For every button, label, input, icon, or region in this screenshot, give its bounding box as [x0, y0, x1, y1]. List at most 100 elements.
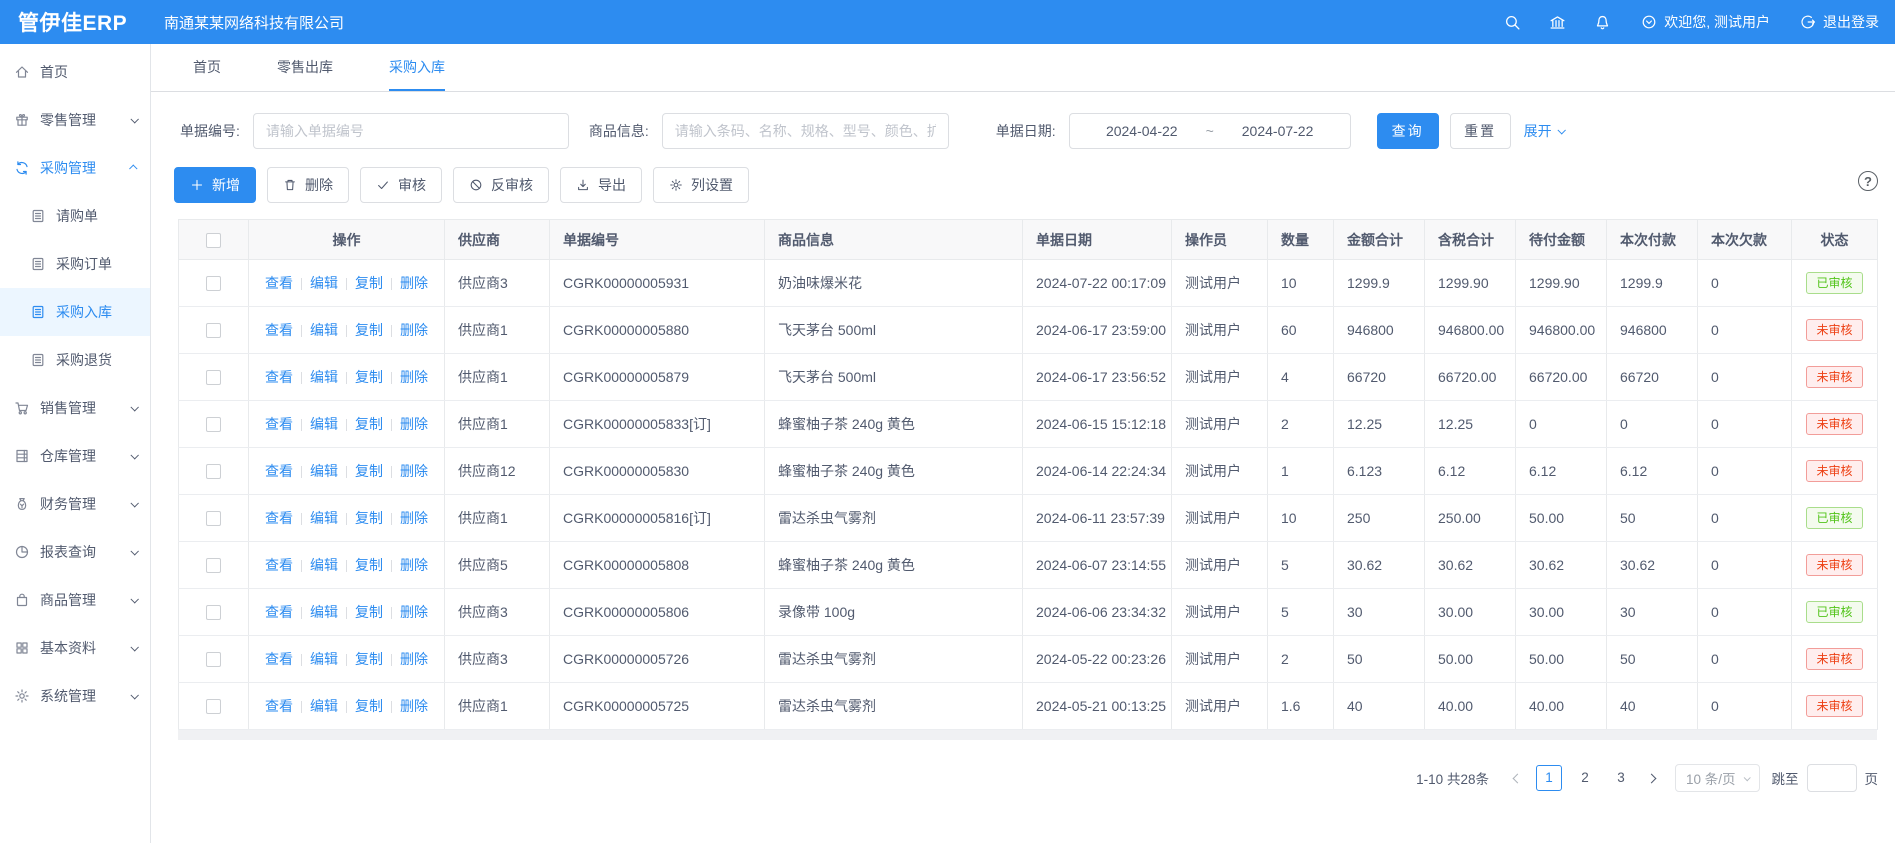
delete-link[interactable]: 删除: [400, 369, 428, 385]
select-all-checkbox[interactable]: [206, 233, 221, 248]
page-number-3[interactable]: 3: [1608, 765, 1634, 791]
copy-link[interactable]: 复制: [355, 557, 383, 573]
view-link[interactable]: 查看: [265, 275, 293, 291]
copy-link[interactable]: 复制: [355, 275, 383, 291]
delete-link[interactable]: 删除: [400, 604, 428, 620]
sidebar-item-goods-management[interactable]: 商品管理: [0, 576, 150, 624]
search-icon[interactable]: [1504, 14, 1521, 31]
page-number-1[interactable]: 1: [1536, 765, 1562, 791]
copy-link[interactable]: 复制: [355, 416, 383, 432]
next-page-button[interactable]: [1639, 765, 1665, 791]
view-link[interactable]: 查看: [265, 651, 293, 667]
edit-link[interactable]: 编辑: [310, 604, 338, 620]
tab-retail-outbound[interactable]: 零售出库: [277, 44, 333, 91]
delete-link[interactable]: 删除: [400, 322, 428, 338]
delete-button[interactable]: 删除: [267, 167, 349, 203]
sidebar-item-purchase-return[interactable]: 采购退货: [0, 336, 150, 384]
column-settings-button[interactable]: 列设置: [653, 167, 749, 203]
row-checkbox[interactable]: [206, 652, 221, 667]
date-to-value[interactable]: 2024-07-22: [1242, 123, 1314, 139]
view-link[interactable]: 查看: [265, 557, 293, 573]
reset-button[interactable]: 重置: [1450, 113, 1511, 149]
user-menu[interactable]: 欢迎您, 测试用户: [1641, 12, 1770, 32]
sidebar-item-basic-data[interactable]: 基本资料: [0, 624, 150, 672]
bell-icon[interactable]: [1594, 14, 1611, 31]
sidebar-item-sales-management[interactable]: 销售管理: [0, 384, 150, 432]
sidebar-item-home[interactable]: 首页: [0, 48, 150, 96]
delete-link[interactable]: 删除: [400, 275, 428, 291]
logout-button[interactable]: 退出登录: [1800, 12, 1879, 32]
sidebar-item-purchase-order[interactable]: 采购订单: [0, 240, 150, 288]
copy-link[interactable]: 复制: [355, 604, 383, 620]
audit-button[interactable]: 审核: [360, 167, 442, 203]
sidebar-item-label: 财务管理: [40, 494, 96, 514]
row-checkbox[interactable]: [206, 699, 221, 714]
order-no-input[interactable]: [253, 113, 569, 149]
sidebar-item-purchase-management[interactable]: 采购管理: [0, 144, 150, 192]
product-info-input[interactable]: [662, 113, 949, 149]
copy-link[interactable]: 复制: [355, 698, 383, 714]
jump-page-input[interactable]: [1807, 764, 1857, 792]
delete-link[interactable]: 删除: [400, 698, 428, 714]
expand-link[interactable]: 展开: [1524, 121, 1564, 141]
help-icon[interactable]: ?: [1858, 171, 1878, 191]
sidebar-item-report-query[interactable]: 报表查询: [0, 528, 150, 576]
edit-link[interactable]: 编辑: [310, 557, 338, 573]
view-link[interactable]: 查看: [265, 369, 293, 385]
row-checkbox[interactable]: [206, 511, 221, 526]
sidebar-item-purchase-inbound[interactable]: 采购入库: [0, 288, 150, 336]
add-button[interactable]: 新增: [174, 167, 256, 203]
prev-page-button[interactable]: [1505, 765, 1531, 791]
row-checkbox[interactable]: [206, 464, 221, 479]
tab-purchase-inbound[interactable]: 采购入库: [389, 44, 445, 91]
copy-link[interactable]: 复制: [355, 463, 383, 479]
view-link[interactable]: 查看: [265, 416, 293, 432]
row-checkbox[interactable]: [206, 276, 221, 291]
unaudit-button[interactable]: 反审核: [453, 167, 549, 203]
row-checkbox[interactable]: [206, 558, 221, 573]
delete-link[interactable]: 删除: [400, 463, 428, 479]
date-from-value[interactable]: 2024-04-22: [1106, 123, 1178, 139]
edit-link[interactable]: 编辑: [310, 510, 338, 526]
copy-link[interactable]: 复制: [355, 322, 383, 338]
edit-link[interactable]: 编辑: [310, 275, 338, 291]
row-checkbox[interactable]: [206, 417, 221, 432]
delete-link[interactable]: 删除: [400, 416, 428, 432]
row-checkbox[interactable]: [206, 605, 221, 620]
edit-link[interactable]: 编辑: [310, 698, 338, 714]
row-checkbox[interactable]: [206, 370, 221, 385]
product-cell: 飞天茅台 500ml: [765, 354, 1023, 401]
bank-icon[interactable]: [1549, 14, 1566, 31]
delete-link[interactable]: 删除: [400, 651, 428, 667]
edit-link[interactable]: 编辑: [310, 416, 338, 432]
product-cell: 雷达杀虫气雾剂: [765, 683, 1023, 730]
edit-link[interactable]: 编辑: [310, 369, 338, 385]
sidebar-item-retail-management[interactable]: 零售管理: [0, 96, 150, 144]
tab-home[interactable]: 首页: [193, 44, 221, 91]
edit-link[interactable]: 编辑: [310, 651, 338, 667]
date-cell: 2024-05-21 00:13:25: [1023, 683, 1172, 730]
delete-link[interactable]: 删除: [400, 510, 428, 526]
page-size-select[interactable]: 10 条/页: [1675, 764, 1760, 792]
row-checkbox[interactable]: [206, 323, 221, 338]
copy-link[interactable]: 复制: [355, 510, 383, 526]
export-button[interactable]: 导出: [560, 167, 642, 203]
edit-link[interactable]: 编辑: [310, 322, 338, 338]
search-button[interactable]: 查询: [1377, 113, 1439, 149]
horizontal-scrollbar[interactable]: [178, 730, 1877, 740]
view-link[interactable]: 查看: [265, 322, 293, 338]
view-link[interactable]: 查看: [265, 510, 293, 526]
date-range-picker[interactable]: 2024-04-22 ~ 2024-07-22: [1069, 113, 1351, 149]
sidebar-item-warehouse-management[interactable]: 仓库管理: [0, 432, 150, 480]
sidebar-item-system-management[interactable]: 系统管理: [0, 672, 150, 720]
view-link[interactable]: 查看: [265, 604, 293, 620]
copy-link[interactable]: 复制: [355, 369, 383, 385]
edit-link[interactable]: 编辑: [310, 463, 338, 479]
sidebar-item-purchase-request[interactable]: 请购单: [0, 192, 150, 240]
copy-link[interactable]: 复制: [355, 651, 383, 667]
page-number-2[interactable]: 2: [1572, 765, 1598, 791]
delete-link[interactable]: 删除: [400, 557, 428, 573]
view-link[interactable]: 查看: [265, 463, 293, 479]
sidebar-item-finance-management[interactable]: 财务管理: [0, 480, 150, 528]
view-link[interactable]: 查看: [265, 698, 293, 714]
